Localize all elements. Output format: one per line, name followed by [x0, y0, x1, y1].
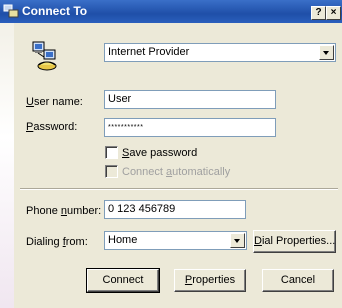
connect-automatically-label: Connect automatically — [122, 166, 231, 178]
connection-select-value: Internet Provider — [108, 46, 190, 58]
save-password-label: Save password — [122, 147, 198, 159]
close-button[interactable]: × — [326, 6, 341, 20]
dialing-from-value: Home — [108, 234, 138, 246]
connect-button[interactable]: Connect — [86, 268, 160, 293]
cancel-button[interactable]: Cancel — [262, 269, 334, 292]
connect-automatically-checkbox[interactable] — [105, 165, 118, 178]
window-title: Connect To — [22, 4, 88, 18]
separator — [20, 188, 338, 190]
user-name-input[interactable]: User — [104, 90, 276, 109]
title-bar[interactable]: Connect To ? × — [0, 0, 342, 23]
chevron-down-icon[interactable] — [319, 45, 334, 60]
chevron-down-icon[interactable] — [230, 233, 245, 248]
password-input[interactable]: *********** — [104, 118, 276, 137]
password-label: Password: — [26, 121, 78, 133]
dialog-body: Internet Provider User name: User Passwo… — [0, 23, 342, 308]
help-button[interactable]: ? — [311, 6, 326, 20]
dialup-connection-icon — [3, 4, 19, 18]
user-name-label: User name: — [26, 96, 83, 108]
dialing-from-label: Dialing from: — [26, 236, 88, 248]
connection-select[interactable]: Internet Provider — [104, 43, 336, 62]
phone-number-input[interactable]: 0 123 456789 — [104, 200, 246, 219]
left-margin — [0, 23, 14, 308]
dialing-from-select[interactable]: Home — [104, 231, 247, 250]
properties-button[interactable]: Properties — [174, 269, 246, 292]
phone-number-label: Phone number: — [26, 205, 102, 217]
network-phone-icon — [32, 41, 57, 71]
save-password-checkbox[interactable] — [105, 146, 118, 159]
dial-properties-button[interactable]: Dial Properties... — [253, 230, 336, 253]
